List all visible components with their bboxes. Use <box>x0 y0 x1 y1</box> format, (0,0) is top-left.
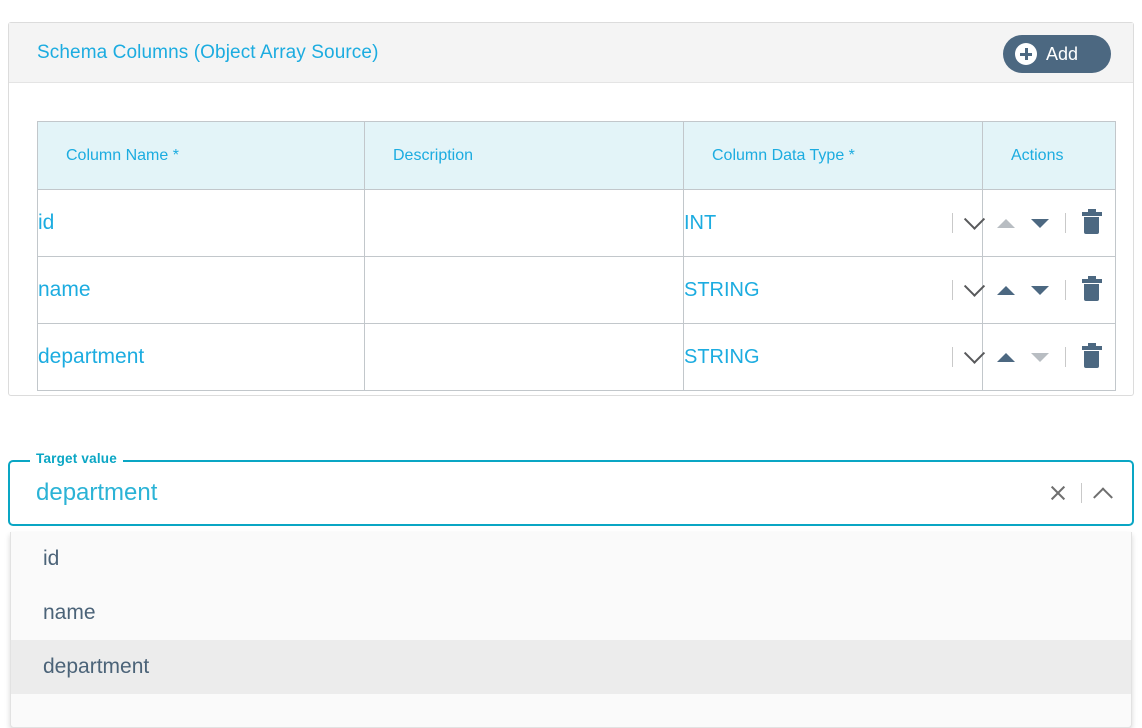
data-type-select-control[interactable] <box>952 347 982 367</box>
cell-data-type[interactable]: STRING <box>684 324 983 391</box>
divider <box>952 280 953 300</box>
trash-body <box>1084 351 1099 368</box>
plus-circle-icon <box>1015 43 1037 65</box>
trash-body <box>1084 217 1099 234</box>
cell-description[interactable] <box>365 190 684 257</box>
divider <box>1065 347 1066 367</box>
table-row: department STRING <box>38 324 1116 391</box>
cell-column-name[interactable]: department <box>38 324 365 391</box>
cell-description[interactable] <box>365 257 684 324</box>
chevron-up-icon[interactable] <box>1093 487 1113 507</box>
move-up-button[interactable] <box>997 219 1015 228</box>
data-type-value: STRING <box>684 346 760 369</box>
column-header-description: Description <box>365 122 684 190</box>
move-up-button[interactable] <box>997 353 1015 362</box>
column-header-data-type: Column Data Type * <box>684 122 983 190</box>
card-header: Schema Columns (Object Array Source) Add <box>9 23 1133 83</box>
cell-actions <box>983 257 1116 324</box>
table-row: id INT <box>38 190 1116 257</box>
dropdown-option-name[interactable]: name <box>11 586 1131 640</box>
trash-lid <box>1082 279 1102 283</box>
divider <box>1065 280 1066 300</box>
chevron-down-icon[interactable] <box>964 342 985 363</box>
data-type-select-control[interactable] <box>952 213 982 233</box>
delete-row-button[interactable] <box>1082 279 1102 301</box>
schema-columns-card: Schema Columns (Object Array Source) Add… <box>8 22 1134 396</box>
add-button-label: Add <box>1046 44 1078 65</box>
table-header-row: Column Name * Description Column Data Ty… <box>38 122 1116 190</box>
schema-table: Column Name * Description Column Data Ty… <box>37 121 1116 391</box>
dropdown-option-department[interactable]: department <box>11 640 1131 694</box>
divider <box>1081 483 1082 503</box>
data-type-value: INT <box>684 212 716 235</box>
page-title: Schema Columns (Object Array Source) <box>37 42 379 64</box>
move-down-button[interactable] <box>1031 286 1049 295</box>
divider <box>952 347 953 367</box>
close-x-icon[interactable] <box>1049 484 1067 502</box>
cell-data-type[interactable]: STRING <box>684 257 983 324</box>
data-type-value: STRING <box>684 279 760 302</box>
schema-table-wrapper: Column Name * Description Column Data Ty… <box>37 121 1107 391</box>
chevron-down-icon[interactable] <box>964 275 985 296</box>
move-down-button[interactable] <box>1031 353 1049 362</box>
data-type-select-control[interactable] <box>952 280 982 300</box>
divider <box>952 213 953 233</box>
trash-body <box>1084 284 1099 301</box>
column-header-name: Column Name * <box>38 122 365 190</box>
chevron-down-icon[interactable] <box>964 208 985 229</box>
dropdown-option-id[interactable]: id <box>11 532 1131 586</box>
move-down-button[interactable] <box>1031 219 1049 228</box>
target-value-field[interactable]: Target value department <box>8 460 1134 526</box>
divider <box>1065 213 1066 233</box>
cell-actions <box>983 324 1116 391</box>
move-up-button[interactable] <box>997 286 1015 295</box>
target-value-input[interactable]: department <box>36 462 157 524</box>
cell-description[interactable] <box>365 324 684 391</box>
table-row: name STRING <box>38 257 1116 324</box>
add-button[interactable]: Add <box>1003 35 1111 73</box>
cell-column-name[interactable]: id <box>38 190 365 257</box>
target-value-dropdown[interactable]: id name department <box>10 532 1132 728</box>
cell-actions <box>983 190 1116 257</box>
delete-row-button[interactable] <box>1082 346 1102 368</box>
trash-lid <box>1082 346 1102 350</box>
target-value-controls <box>1049 462 1110 524</box>
cell-data-type[interactable]: INT <box>684 190 983 257</box>
cell-column-name[interactable]: name <box>38 257 365 324</box>
dropdown-option-partial[interactable] <box>11 694 1131 728</box>
delete-row-button[interactable] <box>1082 212 1102 234</box>
column-header-actions: Actions <box>983 122 1116 190</box>
trash-lid <box>1082 212 1102 216</box>
